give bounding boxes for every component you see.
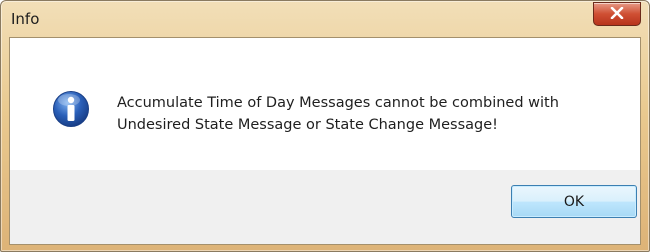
dialog-window: Info Accumulate Time of Day Messages can… (0, 0, 650, 252)
info-icon (53, 91, 89, 127)
message-line-2: Undesired State Message or State Change … (117, 117, 498, 133)
title-bar[interactable]: Info (1, 1, 649, 37)
message-area: Accumulate Time of Day Messages cannot b… (10, 38, 640, 170)
close-button[interactable] (593, 2, 641, 26)
message-text: Accumulate Time of Day Messages cannot b… (117, 92, 627, 136)
window-title: Info (11, 10, 40, 28)
ok-button[interactable]: OK (511, 185, 637, 218)
message-line-1: Accumulate Time of Day Messages cannot b… (117, 95, 559, 111)
close-icon (610, 7, 624, 19)
dialog-body: Accumulate Time of Day Messages cannot b… (9, 37, 641, 245)
